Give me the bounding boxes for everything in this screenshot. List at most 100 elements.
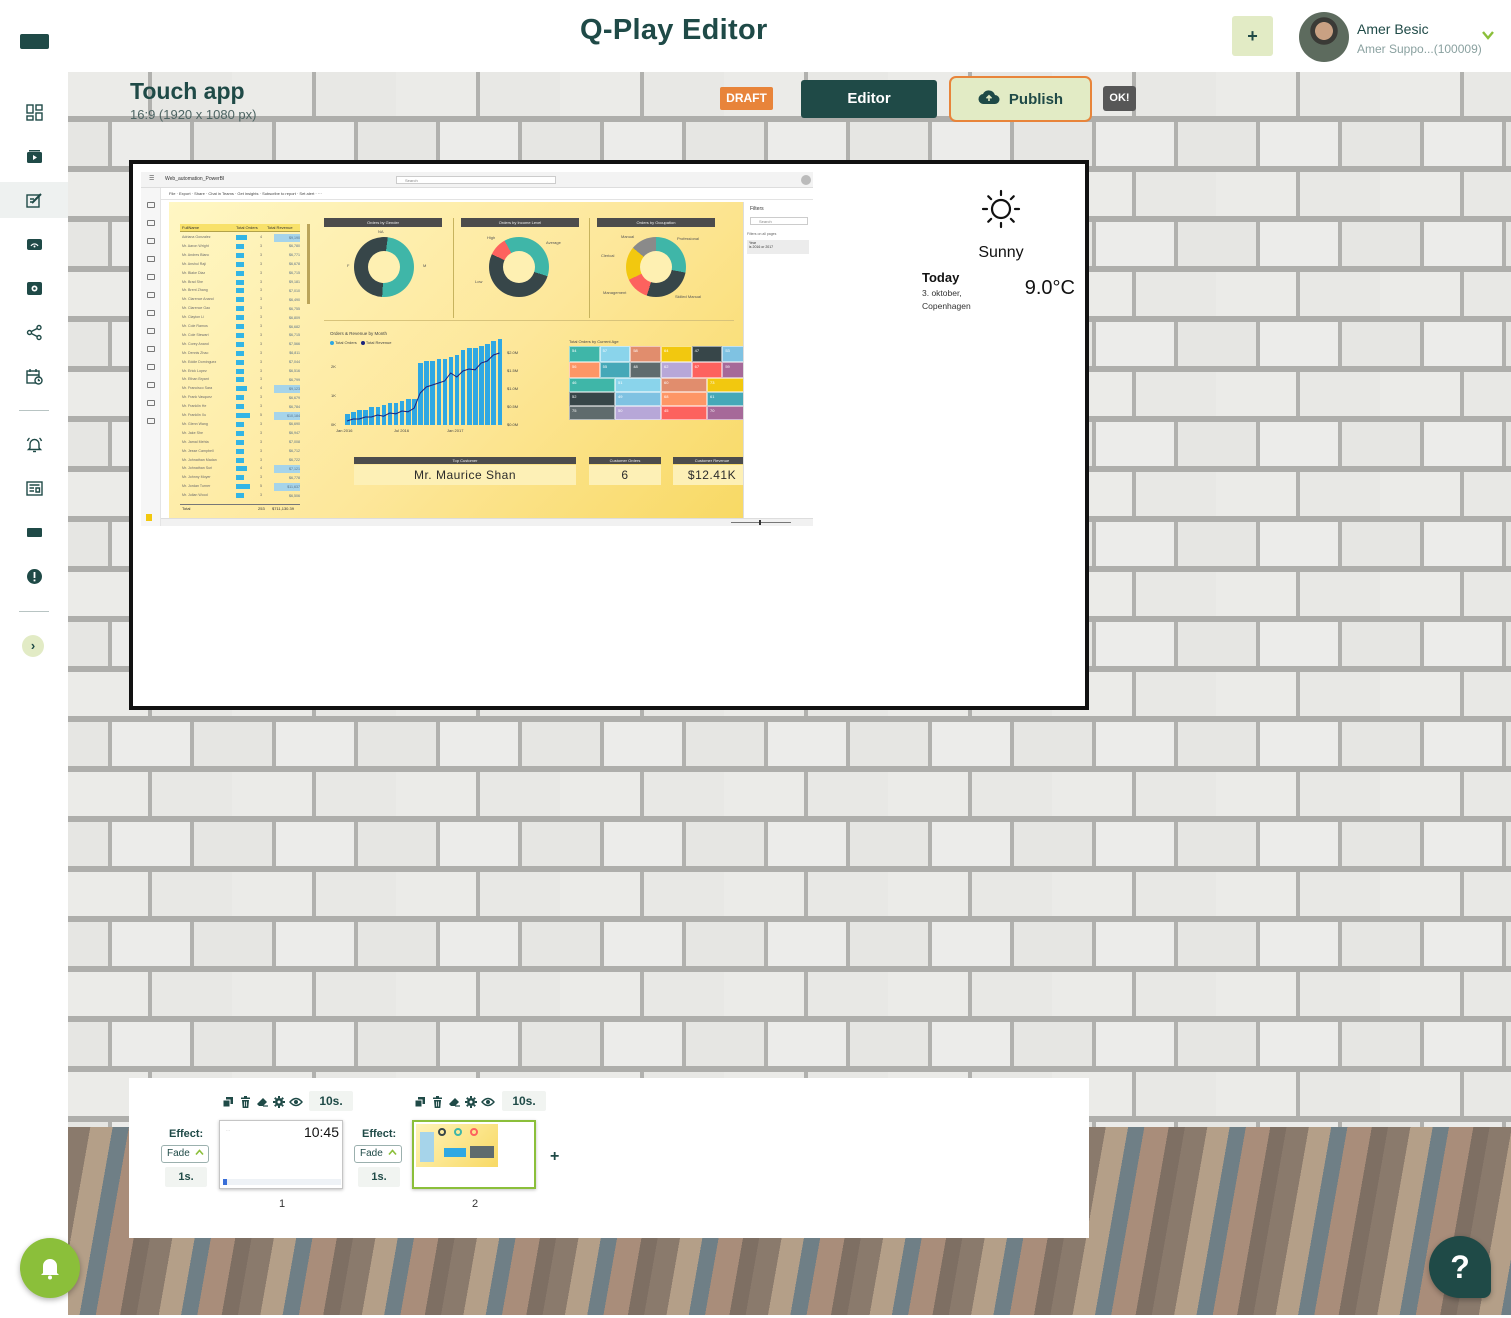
powerbi-nav-rail (141, 188, 161, 526)
add-button[interactable]: + (1232, 16, 1273, 56)
treemap-tile: 56 (569, 362, 600, 378)
treemap-tile: 52 (569, 392, 615, 406)
share-icon[interactable] (0, 314, 68, 350)
treemap-tile: 55 (599, 362, 631, 378)
duplicate-icon[interactable] (221, 1095, 235, 1109)
treemap-tile: 75 (569, 406, 615, 420)
slide-duration[interactable]: 10s. (309, 1091, 353, 1111)
weather-condition: Sunny (978, 244, 1024, 261)
notifications-button[interactable] (20, 1238, 80, 1298)
schedule-icon[interactable] (0, 358, 68, 394)
treemap-tile: 60 (661, 378, 707, 392)
filters-title: Filters (750, 206, 764, 212)
powerbi-toolbar[interactable]: File · Export · Share · Chat in Teams · … (161, 189, 813, 200)
bell-icon (41, 1259, 59, 1280)
treemap-tile: 68 (661, 392, 707, 406)
ok-badge: OK! (1103, 86, 1136, 111)
powerbi-file-name: Web_automation_PowerBI (165, 176, 225, 182)
help-button[interactable]: ? (1429, 1236, 1491, 1298)
kpi-caption-customer: Top Customer (354, 457, 576, 464)
effect-label: Effect: (169, 1128, 204, 1140)
waffle-icon: ☰ (149, 176, 155, 182)
kpi-customer-orders: 6 (589, 465, 661, 485)
revenue-line-path (346, 352, 500, 422)
treemap-tile: 67 (691, 362, 723, 378)
treemap-chart: 54 57 58 64 47 53 56 55 48 62 67 59 46 51 60 73 52 49 68 61… (569, 346, 753, 436)
treemap-tile: 48 (630, 362, 661, 378)
kpi-caption-revenue: Customer Revenue (673, 457, 751, 464)
dashboard-icon[interactable] (0, 94, 68, 130)
trash-icon[interactable] (238, 1095, 252, 1109)
display-icon[interactable] (0, 514, 68, 550)
treemap-tile: 50 (615, 406, 661, 420)
chevron-up-icon (388, 1146, 397, 1162)
slide-thumbnail-2[interactable] (412, 1120, 536, 1189)
trash-icon[interactable] (430, 1095, 444, 1109)
powerbi-search[interactable]: Search (396, 176, 556, 184)
treemap-tile: 64 (661, 346, 692, 362)
gear-icon[interactable] (272, 1095, 286, 1109)
playlist-icon[interactable] (0, 270, 68, 306)
user-account[interactable]: Amer Suppo...(100009) (1357, 42, 1482, 56)
eraser-icon[interactable] (447, 1095, 461, 1109)
weather-temperature: 9.0°C (1024, 277, 1075, 299)
screens-icon[interactable] (0, 226, 68, 262)
filters-search[interactable]: Search (750, 217, 808, 225)
powerbi-avatar (801, 175, 811, 185)
news-icon[interactable] (0, 470, 68, 506)
powerbi-widget[interactable]: ☰ Web_automation_PowerBI Search File · E… (141, 172, 813, 526)
sidebar: › (0, 72, 68, 1318)
warning-icon[interactable] (0, 558, 68, 594)
cloud-upload-icon (978, 89, 1000, 109)
effect-select[interactable]: Fade (161, 1145, 209, 1163)
alerts-icon[interactable] (0, 426, 68, 462)
add-slide-button[interactable]: + (550, 1148, 559, 1166)
weather-date: 3. oktober, (922, 288, 962, 298)
treemap-tile: 51 (615, 378, 661, 392)
eraser-icon[interactable] (255, 1095, 269, 1109)
treemap-tile: 54 (569, 346, 600, 362)
app-title: Q-Play Editor (580, 14, 768, 46)
chevron-up-icon (195, 1146, 204, 1162)
slide-toolbar (221, 1094, 303, 1110)
slide-duration[interactable]: 10s. (502, 1091, 546, 1111)
treemap-tile: 57 (599, 346, 631, 362)
treemap-tile: 46 (569, 378, 615, 392)
user-name[interactable]: Amer Besic (1357, 21, 1429, 37)
treemap-tile: 49 (615, 392, 661, 406)
weather-city: Copenhagen (922, 301, 971, 311)
powerbi-report: FullName Total Orders Total Revenue Adri… (169, 202, 753, 520)
transition-duration[interactable]: 1s. (165, 1167, 207, 1187)
slide-canvas[interactable]: ☰ Web_automation_PowerBI Search File · E… (129, 160, 1089, 710)
transition-duration[interactable]: 1s. (358, 1167, 400, 1187)
slide-number: 1 (278, 1198, 286, 1210)
editor-button[interactable]: Editor (801, 80, 937, 118)
eye-icon[interactable] (289, 1095, 303, 1109)
treemap-tile: 62 (661, 362, 692, 378)
status-badge: DRAFT (720, 87, 773, 110)
duplicate-icon[interactable] (413, 1095, 427, 1109)
treemap-title: Total Orders by Current Age (569, 339, 619, 344)
filter-card-year[interactable]: Year is 2016 or 2017 (747, 240, 809, 254)
sidebar-expand-button[interactable]: › (22, 635, 44, 657)
treemap-tile: 58 (630, 346, 661, 362)
kpi-customer-revenue: $12.41K (673, 465, 751, 485)
treemap-tile: 45 (661, 406, 707, 420)
media-icon[interactable] (0, 138, 68, 174)
gear-icon[interactable] (464, 1095, 478, 1109)
project-resolution: 16:9 (1920 x 1080 px) (130, 107, 257, 122)
kpi-caption-orders: Customer Orders (589, 457, 661, 464)
editor-icon[interactable] (0, 182, 68, 218)
chevron-down-icon[interactable] (1482, 27, 1494, 43)
treemap-tile: 47 (691, 346, 723, 362)
effect-select[interactable]: Fade (354, 1145, 402, 1163)
avatar[interactable] (1299, 12, 1349, 62)
slide-thumbnail-1[interactable]: … 10:45 (219, 1120, 343, 1189)
menu-toggle-button[interactable] (20, 34, 49, 49)
slide-toolbar (413, 1094, 495, 1110)
eye-icon[interactable] (481, 1095, 495, 1109)
slide-number: 2 (471, 1198, 479, 1210)
weather-today: Today (922, 270, 960, 285)
publish-button[interactable]: Publish (949, 76, 1092, 122)
sun-icon (981, 189, 1021, 229)
